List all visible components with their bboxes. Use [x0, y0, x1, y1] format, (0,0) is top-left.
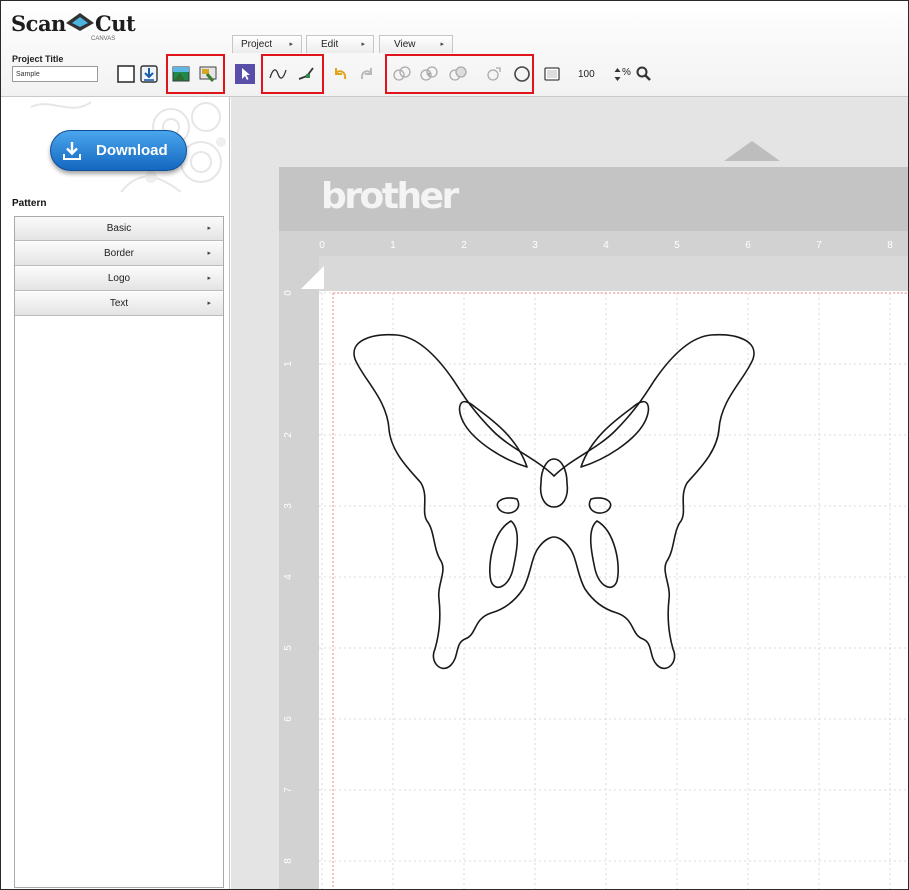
menu-view[interactable]: View ▸ [379, 35, 453, 53]
pattern-item-border[interactable]: Border ▸ [15, 242, 223, 266]
ruler-left-label: 6 [283, 716, 294, 722]
ruler-left-label: 1 [283, 361, 294, 367]
cutting-mat-grid: 0 1 2 3 4 5 6 7 8 0 1 2 3 4 5 6 7 8 [279, 231, 908, 889]
brand-logo-text: brother [321, 176, 459, 217]
pattern-item-label: Basic [106, 223, 132, 234]
ruler-top-label: 6 [745, 240, 751, 251]
ruler-top-label: 1 [390, 240, 396, 251]
ruler-top-label: 7 [816, 240, 822, 251]
chevron-right-icon: ▸ [207, 300, 211, 307]
menu-edit-label: Edit [321, 39, 339, 50]
pattern-item-text[interactable]: Text ▸ [15, 292, 223, 316]
chevron-right-icon: ▸ [207, 275, 211, 282]
logo-subtext: CANVAS [91, 36, 116, 42]
zoom-level-input[interactable] [578, 66, 614, 83]
pattern-list: Basic ▸ Border ▸ Logo ▸ Text ▸ [14, 216, 224, 888]
ruler-left-label: 5 [283, 645, 294, 651]
menu-view-label: View [394, 39, 416, 50]
ruler-left-label: 0 [283, 290, 294, 296]
ruler-top-label: 5 [674, 240, 680, 251]
chevron-right-icon: ▸ [207, 250, 211, 257]
menu-project-label: Project [241, 39, 273, 50]
menu-project[interactable]: Project ▸ [232, 35, 302, 53]
logo-text-scan: Scan [11, 11, 66, 36]
project-title-label: Project Title [12, 54, 64, 64]
pattern-item-label: Border [103, 248, 134, 259]
highlight-box-draw-tools [261, 54, 324, 94]
zoom-unit-label: % [622, 67, 631, 78]
select-tool-icon[interactable] [235, 64, 255, 84]
logo-emblem-icon [66, 13, 94, 31]
logo-text-cut: Cut [95, 11, 136, 36]
chevron-right-icon: ▸ [361, 41, 365, 48]
highlight-box-shape-tools [385, 54, 534, 94]
ruler-top-label: 2 [461, 240, 467, 251]
pattern-heading: Pattern [12, 198, 47, 209]
redo-icon[interactable] [356, 64, 376, 84]
ruler-top-label: 3 [532, 240, 538, 251]
ruler-left-label: 3 [283, 503, 294, 509]
scancut-canvas-app: Scan Cut CANVAS Project Title Project ▸ … [0, 0, 909, 890]
pattern-item-logo[interactable]: Logo ▸ [15, 267, 223, 291]
highlight-box-image-tools [166, 54, 225, 94]
menu-edit[interactable]: Edit ▸ [306, 35, 374, 53]
ruler-left-label: 4 [283, 574, 294, 580]
pattern-item-basic[interactable]: Basic ▸ [15, 217, 223, 241]
app-logo: Scan Cut CANVAS [11, 7, 151, 43]
download-button-label: Download [96, 142, 168, 159]
chevron-right-icon: ▸ [207, 225, 211, 232]
zoom-stepper-icon[interactable] [613, 66, 622, 83]
project-title-input[interactable] [12, 66, 98, 82]
left-sidebar: Download Pattern Basic ▸ Border ▸ Logo ▸… [1, 97, 230, 889]
chevron-right-icon: ▸ [289, 41, 293, 48]
undo-icon[interactable] [331, 64, 351, 84]
magnifier-icon[interactable] [635, 65, 652, 82]
app-header: Scan Cut CANVAS Project Title Project ▸ … [1, 1, 908, 97]
new-project-icon[interactable] [116, 64, 136, 84]
import-icon[interactable] [139, 64, 159, 84]
ruler-top-label: 8 [887, 240, 893, 251]
ruler-top-label: 0 [319, 240, 325, 251]
scroll-up-arrow-icon[interactable] [724, 141, 780, 161]
ruler-left-label: 2 [283, 432, 294, 438]
download-button[interactable]: Download [50, 130, 187, 171]
ruler-left-label: 8 [283, 858, 294, 864]
mat-size-icon[interactable] [542, 64, 562, 84]
ruler-left-label: 7 [283, 787, 294, 793]
ruler-top-label: 4 [603, 240, 609, 251]
chevron-right-icon: ▸ [440, 41, 444, 48]
download-icon [63, 142, 81, 160]
pattern-item-label: Text [109, 298, 129, 309]
pattern-item-label: Logo [107, 273, 131, 284]
